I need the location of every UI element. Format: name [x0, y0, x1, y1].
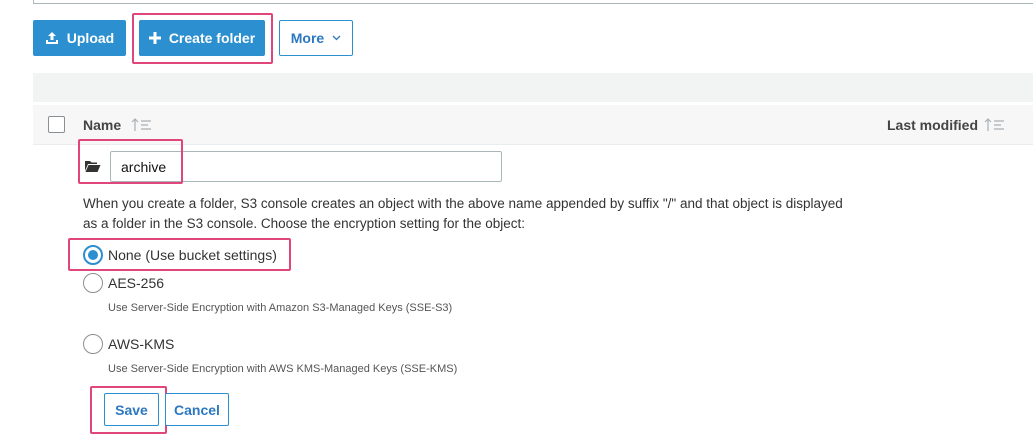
create-folder-button[interactable]: Create folder	[139, 20, 265, 56]
folder-open-icon	[84, 159, 101, 178]
cancel-label: Cancel	[174, 401, 220, 418]
sort-icon[interactable]	[984, 117, 1006, 138]
save-label: Save	[115, 401, 148, 418]
upload-button[interactable]: Upload	[33, 20, 126, 56]
folder-info-text: When you create a folder, S3 console cre…	[83, 196, 843, 231]
name-column-header[interactable]: Name	[83, 117, 121, 133]
more-label: More	[290, 30, 325, 46]
folder-name-input[interactable]	[110, 151, 502, 182]
cancel-button[interactable]: Cancel	[165, 393, 229, 426]
encryption-none-radio[interactable]	[83, 245, 103, 265]
chevron-down-icon	[332, 35, 341, 41]
encryption-kms-description: Use Server-Side Encryption with AWS KMS-…	[108, 363, 458, 375]
encryption-aes256-label[interactable]: AES-256	[108, 275, 164, 291]
status-bar	[33, 73, 1033, 102]
select-all-checkbox[interactable]	[48, 116, 65, 133]
encryption-aes256-description: Use Server-Side Encryption with Amazon S…	[108, 302, 453, 314]
top-panel-edge	[33, 0, 1033, 4]
plus-icon	[148, 32, 161, 44]
last-modified-column-header[interactable]: Last modified	[887, 117, 978, 133]
table-header: Name Last modified	[33, 105, 1033, 145]
create-folder-label: Create folder	[168, 30, 256, 46]
encryption-kms-radio[interactable]	[83, 334, 103, 354]
upload-icon	[45, 31, 59, 45]
upload-label: Upload	[66, 30, 115, 46]
encryption-aes256-radio[interactable]	[83, 273, 103, 293]
encryption-none-label[interactable]: None (Use bucket settings)	[108, 247, 277, 263]
save-button[interactable]: Save	[104, 393, 159, 426]
encryption-kms-label[interactable]: AWS-KMS	[108, 336, 174, 352]
more-dropdown-button[interactable]: More	[279, 20, 353, 56]
sort-icon[interactable]	[131, 117, 153, 138]
